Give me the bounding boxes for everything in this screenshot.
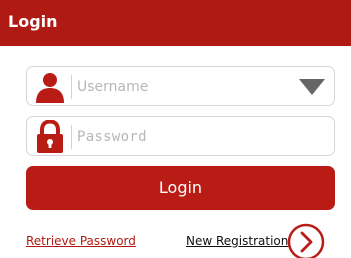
chevron-right-circle-icon[interactable]	[286, 222, 326, 258]
page-title: Login	[8, 12, 58, 31]
app-header: Login	[0, 0, 351, 46]
username-field[interactable]	[26, 66, 335, 106]
field-divider	[71, 75, 72, 99]
new-registration-link[interactable]: New Registration	[186, 234, 288, 248]
user-icon	[36, 73, 64, 103]
password-field[interactable]	[26, 116, 335, 156]
username-input[interactable]	[77, 76, 277, 98]
dropdown-arrow-icon[interactable]	[298, 78, 326, 96]
lock-icon	[37, 120, 63, 153]
login-button[interactable]: Login	[26, 166, 335, 210]
password-input[interactable]	[77, 126, 277, 148]
field-divider	[71, 125, 72, 149]
retrieve-password-link[interactable]: Retrieve Password	[26, 234, 136, 248]
